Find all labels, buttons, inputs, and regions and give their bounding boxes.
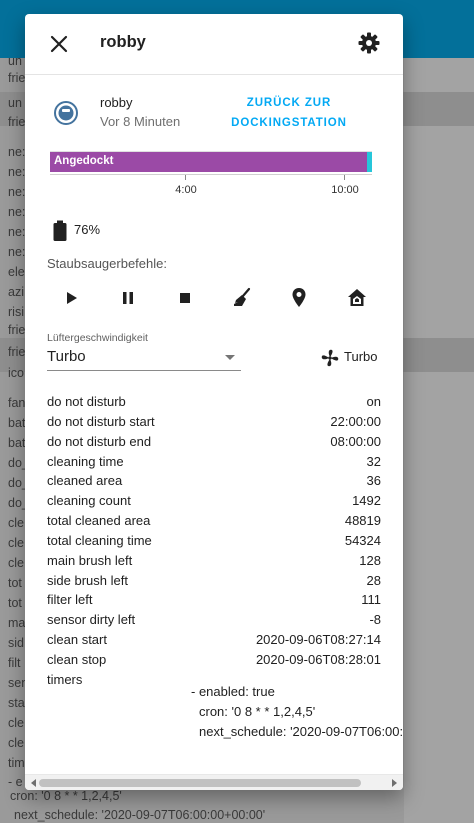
background-cron-line: cron: '0 8 * * 1,2,4,5': [10, 789, 122, 803]
attribute-value: 1492: [352, 493, 381, 509]
timer-cron: cron: '0 8 * * 1,2,4,5': [199, 704, 316, 719]
timeline-tick-label: 10:00: [331, 184, 359, 196]
attribute-value: 32: [366, 453, 381, 469]
fan-speed-current: Turbo: [344, 349, 378, 364]
attribute-row: cleaning time 32: [47, 452, 381, 472]
scroll-left-arrow[interactable]: [31, 779, 36, 787]
attribute-row: sensor dirty left -8: [47, 610, 381, 630]
attribute-row: filter left 111: [47, 590, 381, 610]
fan-speed-select[interactable]: Turbo: [47, 346, 241, 371]
attribute-row: do not disturb start 22:00:00: [47, 412, 381, 432]
locate-button[interactable]: [287, 286, 311, 310]
attributes-list: do not disturb on do not disturb start 22:0…: [47, 392, 381, 690]
attribute-key: do not disturb end: [47, 433, 152, 449]
entity-last-changed: Vor 8 Minuten: [100, 114, 181, 129]
return-home-button[interactable]: [345, 286, 369, 310]
commands-title: Staubsaugerbefehle:: [47, 256, 167, 271]
attribute-key: side brush left: [47, 572, 128, 588]
return-to-base-button[interactable]: Zurück zur Dockingstation: [217, 93, 361, 133]
chevron-down-icon: [225, 355, 235, 360]
timeline-state-label: Angedockt: [54, 155, 114, 167]
attribute-key: clean stop: [47, 651, 107, 667]
attribute-key: do not disturb start: [47, 413, 155, 429]
broom-icon: [234, 287, 251, 306]
stop-button[interactable]: [173, 286, 197, 310]
timeline-state-bar-recent[interactable]: [367, 152, 372, 172]
horizontal-scrollbar[interactable]: [25, 774, 403, 790]
attribute-row: do not disturb on: [47, 392, 381, 412]
timeline-axis: 4:00 10:00: [50, 174, 372, 205]
attribute-key: filter left: [47, 592, 93, 608]
attribute-key: main brush left: [47, 552, 133, 568]
attribute-row: cleaning count 1492: [47, 491, 381, 511]
attribute-key: timers: [47, 671, 83, 687]
close-icon: [50, 35, 68, 53]
attribute-value: 2020-09-06T08:27:14: [255, 632, 381, 648]
dialog-header: robby: [25, 14, 403, 74]
attribute-key: do not disturb: [47, 394, 126, 409]
map-marker-icon: [292, 288, 306, 307]
attribute-key: clean start: [47, 632, 107, 648]
start-button[interactable]: [59, 286, 83, 310]
attribute-value: 36: [366, 473, 381, 489]
attribute-value: on: [366, 394, 381, 409]
stop-icon: [180, 293, 190, 303]
background-card: [404, 58, 474, 823]
attribute-value: 111: [361, 592, 381, 608]
attribute-row: do not disturb end 08:00:00: [47, 432, 381, 452]
fan-speed-value: Turbo: [47, 348, 86, 365]
attribute-row: total cleaned area 48819: [47, 511, 381, 531]
clean-spot-button[interactable]: [230, 286, 254, 310]
entity-name: robby: [100, 95, 133, 110]
scroll-right-arrow[interactable]: [392, 779, 397, 787]
attribute-value: 54324: [344, 532, 381, 548]
fan-icon: [321, 349, 339, 367]
attribute-value: 2020-09-06T08:28:01: [255, 651, 381, 667]
attribute-value: 28: [366, 572, 381, 588]
timer-enabled: - enabled: true: [191, 684, 275, 699]
battery-icon: [53, 220, 67, 241]
header-divider: [25, 74, 403, 75]
pause-button[interactable]: [116, 286, 140, 310]
pause-icon: [123, 292, 133, 304]
attribute-value: 22:00:00: [330, 413, 381, 429]
more-info-dialog: robby robby Vor 8 Minuten ZURÜCK ZUR DOC…: [25, 14, 403, 790]
attribute-row: clean stop 2020-09-06T08:28:01: [47, 650, 381, 670]
attribute-key: total cleaning time: [47, 532, 152, 548]
attribute-row: cleaned area 36: [47, 471, 381, 491]
home-icon: [348, 289, 366, 306]
scrollbar-thumb[interactable]: [39, 779, 361, 787]
close-button[interactable]: [47, 32, 71, 56]
attribute-value: 48819: [344, 513, 381, 529]
timeline-tick-label: 4:00: [175, 184, 197, 196]
timeline-tick: [344, 175, 345, 180]
history-timeline: Angedockt: [50, 151, 372, 175]
attribute-key: total cleaned area: [47, 513, 151, 529]
robot-vacuum-icon: [54, 101, 78, 125]
gear-icon: [358, 32, 380, 54]
timeline-state-bar[interactable]: Angedockt: [50, 152, 367, 172]
attribute-key: sensor dirty left: [47, 612, 136, 628]
attribute-key: cleaning count: [47, 493, 131, 509]
battery-level: 76%: [74, 222, 101, 237]
background-next-schedule-line: next_schedule: '2020-09-07T06:00:00+00:0…: [14, 808, 266, 822]
attribute-row: main brush left 128: [47, 551, 381, 571]
attribute-row: clean start 2020-09-06T08:27:14: [47, 630, 381, 650]
attribute-row: side brush left 28: [47, 571, 381, 591]
dialog-title: robby: [100, 33, 146, 51]
fan-speed-label: Lüftergeschwindigkeit: [47, 332, 148, 344]
attribute-row: total cleaning time 54324: [47, 531, 381, 551]
settings-button[interactable]: [357, 31, 381, 55]
attribute-value: -8: [369, 612, 381, 628]
attribute-key: cleaned area: [47, 473, 123, 489]
timeline-tick: [185, 175, 186, 180]
timer-next-schedule: next_schedule: '2020-09-07T06:00:00+00:0…: [199, 724, 403, 739]
attribute-value: 128: [359, 552, 381, 568]
play-icon: [67, 292, 77, 304]
attribute-value: 08:00:00: [330, 433, 381, 449]
attribute-key: cleaning time: [47, 453, 124, 469]
